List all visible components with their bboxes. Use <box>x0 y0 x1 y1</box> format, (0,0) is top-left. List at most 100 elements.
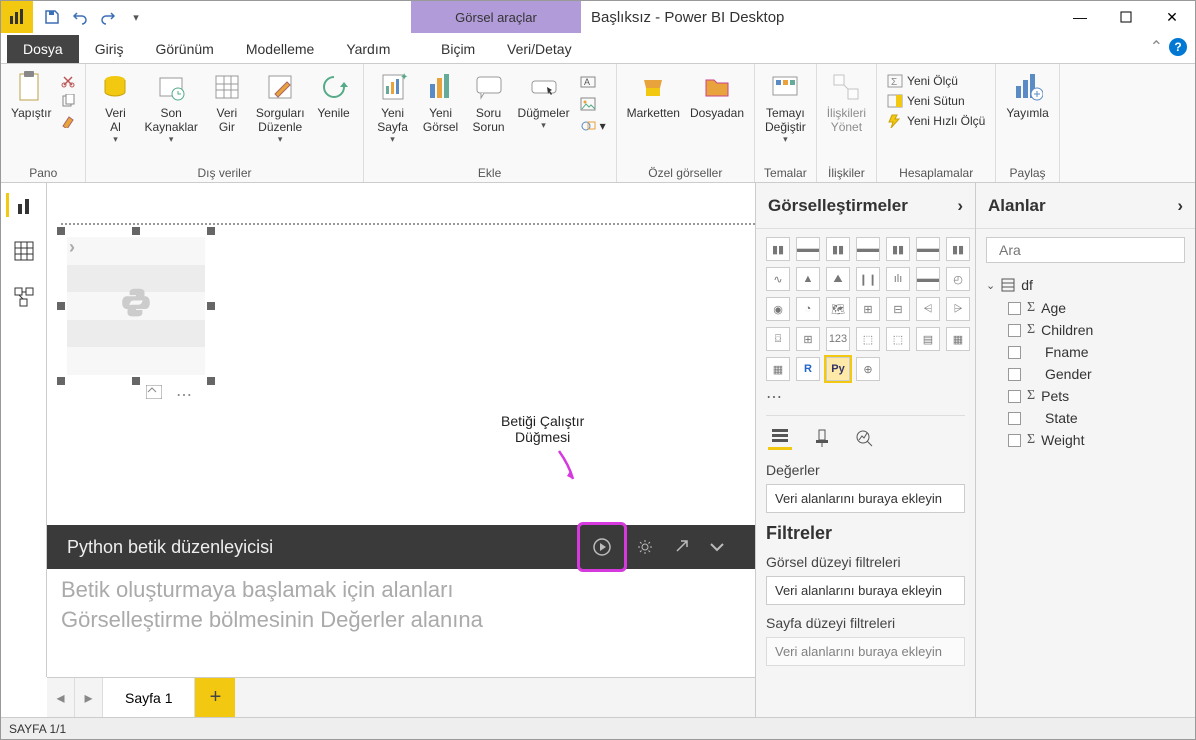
script-options-button[interactable] <box>627 529 663 565</box>
sheet-nav-next[interactable]: ▸ <box>75 678 103 717</box>
buttons-button[interactable]: Düğmeler▾ <box>514 68 574 133</box>
table-df[interactable]: ⌄ df <box>986 273 1185 297</box>
add-sheet-button[interactable]: + <box>195 678 235 717</box>
new-visual-button[interactable]: Yeni Görsel <box>418 68 464 136</box>
tab-data-detail[interactable]: Veri/Detay <box>491 35 588 63</box>
field-children[interactable]: ΣChildren <box>986 319 1185 341</box>
visual-filters-drop-well[interactable]: Veri alanlarını buraya ekleyin <box>766 576 965 605</box>
tab-format[interactable]: Biçim <box>425 35 491 63</box>
paste-button[interactable]: Yapıştır <box>7 68 55 122</box>
cut-button[interactable] <box>57 72 79 90</box>
new-page-button[interactable]: ✦Yeni Sayfa▾ <box>370 68 416 147</box>
viz-type-2[interactable]: ▮▮ <box>826 237 850 261</box>
viz-type-6[interactable]: ▮▮ <box>946 237 970 261</box>
viz-type-0[interactable]: ▮▮ <box>766 237 790 261</box>
script-popout-button[interactable] <box>663 529 699 565</box>
viz-type-8[interactable]: ▲ <box>796 267 820 291</box>
checkbox[interactable] <box>1008 390 1021 403</box>
field-fname[interactable]: Fname <box>986 341 1185 363</box>
shapes-button[interactable]: ▾ <box>576 116 610 136</box>
viz-type-7[interactable]: ∿ <box>766 267 790 291</box>
enter-data-button[interactable]: Veri Gir <box>204 68 250 136</box>
fields-pane-header[interactable]: Alanlar › <box>976 183 1195 229</box>
field-pets[interactable]: ΣPets <box>986 385 1185 407</box>
tab-help[interactable]: Yardım <box>330 35 406 63</box>
save-button[interactable] <box>39 4 65 30</box>
model-view-button[interactable] <box>12 285 36 309</box>
viz-type-13[interactable]: ◴ <box>946 267 970 291</box>
checkbox[interactable] <box>1008 302 1021 315</box>
run-script-button[interactable] <box>584 529 620 565</box>
fields-search-input[interactable] <box>999 242 1180 258</box>
viz-type-9[interactable]: ⛰ <box>826 267 850 291</box>
viz-type-27[interactable]: ▦ <box>946 327 970 351</box>
minimize-button[interactable]: — <box>1057 1 1103 33</box>
sheet-tab-1[interactable]: Sayfa 1 <box>103 678 195 717</box>
manage-relationships-button[interactable]: İlişkileri Yönet <box>823 68 870 136</box>
viz-type-15[interactable]: ◔ <box>796 297 820 321</box>
viz-type-26[interactable]: ▤ <box>916 327 940 351</box>
visual-context-menu[interactable]: ⋯ <box>146 385 192 405</box>
field-gender[interactable]: Gender <box>986 363 1185 385</box>
viz-type-1[interactable]: ▬▬ <box>796 237 820 261</box>
new-measure-button[interactable]: ΣYeni Ölçü <box>883 72 989 90</box>
viz-type-10[interactable]: ❙❙ <box>856 267 880 291</box>
undo-button[interactable] <box>67 4 93 30</box>
more-options-icon[interactable]: ⋯ <box>176 385 192 405</box>
close-button[interactable]: ✕ <box>1149 1 1195 33</box>
field-state[interactable]: State <box>986 407 1185 429</box>
viz-type-14[interactable]: ◉ <box>766 297 790 321</box>
qat-customize-button[interactable]: ▾ <box>123 4 149 30</box>
viz-type-5[interactable]: ▬▬ <box>916 237 940 261</box>
python-visual-placeholder[interactable]: › <box>61 231 211 381</box>
checkbox[interactable] <box>1008 368 1021 381</box>
data-view-button[interactable] <box>12 239 36 263</box>
values-drop-well[interactable]: Veri alanlarını buraya ekleyin <box>766 484 965 513</box>
format-painter-button[interactable] <box>57 112 79 130</box>
get-data-button[interactable]: Veri Al▾ <box>92 68 138 147</box>
switch-theme-button[interactable]: Temayı Değiştir▾ <box>761 68 810 147</box>
viz-type-21[interactable]: ⌼ <box>766 327 790 351</box>
viz-type-4[interactable]: ▮▮ <box>886 237 910 261</box>
from-file-button[interactable]: Dosyadan <box>686 68 748 122</box>
publish-button[interactable]: Yayımla <box>1002 68 1052 122</box>
script-collapse-button[interactable] <box>699 529 735 565</box>
viz-type-12[interactable]: ▬▬ <box>916 267 940 291</box>
edit-queries-button[interactable]: Sorguları Düzenle▾ <box>252 68 309 147</box>
tab-model[interactable]: Modelleme <box>230 35 330 63</box>
checkbox[interactable] <box>1008 412 1021 425</box>
viz-type-30[interactable]: Py <box>826 357 850 381</box>
tab-home[interactable]: Giriş <box>79 35 140 63</box>
report-view-button[interactable] <box>6 193 30 217</box>
tab-view[interactable]: Görünüm <box>139 35 229 63</box>
viz-type-29[interactable]: R <box>796 357 820 381</box>
fields-tab[interactable] <box>768 426 792 450</box>
viz-type-28[interactable]: ▦ <box>766 357 790 381</box>
copy-button[interactable] <box>57 92 79 110</box>
new-column-button[interactable]: Yeni Sütun <box>883 92 989 110</box>
maximize-button[interactable] <box>1103 1 1149 33</box>
tab-file[interactable]: Dosya <box>7 35 79 63</box>
viz-more-icon[interactable]: ⋯ <box>766 387 965 407</box>
fields-search[interactable] <box>986 237 1185 263</box>
field-age[interactable]: ΣAge <box>986 297 1185 319</box>
analytics-tab[interactable] <box>852 426 876 450</box>
checkbox[interactable] <box>1008 434 1021 447</box>
new-quick-measure-button[interactable]: Yeni Hızlı Ölçü <box>883 112 989 130</box>
viz-type-25[interactable]: ⬚ <box>886 327 910 351</box>
help-button[interactable]: ? <box>1169 38 1187 56</box>
field-weight[interactable]: ΣWeight <box>986 429 1185 451</box>
sheet-nav-prev[interactable]: ◂ <box>47 678 75 717</box>
from-marketplace-button[interactable]: Marketten <box>623 68 684 122</box>
redo-button[interactable] <box>95 4 121 30</box>
focus-mode-icon[interactable] <box>146 385 162 405</box>
viz-type-22[interactable]: ⊞ <box>796 327 820 351</box>
checkbox[interactable] <box>1008 346 1021 359</box>
image-button[interactable] <box>576 94 610 114</box>
visualizations-pane-header[interactable]: Görselleştirmeler › <box>756 183 975 229</box>
ask-question-button[interactable]: Soru Sorun <box>466 68 512 136</box>
viz-type-23[interactable]: 123 <box>826 327 850 351</box>
viz-type-3[interactable]: ▬▬ <box>856 237 880 261</box>
viz-type-19[interactable]: ⩤ <box>916 297 940 321</box>
textbox-button[interactable]: A <box>576 72 610 92</box>
